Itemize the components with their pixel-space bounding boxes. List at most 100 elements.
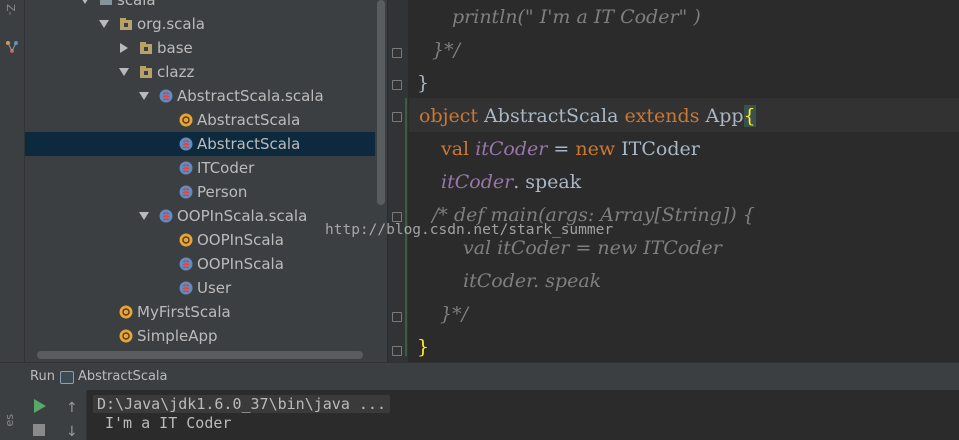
code-line: }*/ (432, 39, 460, 61)
scala-object-icon (179, 137, 193, 151)
keyword-object: object (419, 105, 479, 127)
rerun-icon[interactable] (34, 399, 46, 413)
scala-file-icon (159, 89, 173, 103)
scala-class-icon (179, 281, 193, 295)
console-output-line: I'm a IT Coder (105, 414, 232, 432)
tree-row-oopinscala-trait[interactable]: OOPInScala (25, 228, 375, 252)
tree-row-label: ITCoder (197, 159, 255, 177)
keyword-extends: extends (624, 105, 700, 127)
tree-row-abstractscala-trait[interactable]: AbstractScala (25, 108, 375, 132)
tree-row-clazz[interactable]: clazz (25, 60, 375, 84)
tree-row-label: AbstractScala (197, 135, 301, 153)
scala-trait-icon (179, 113, 193, 127)
side-tab-label[interactable]: es (3, 414, 16, 427)
package-icon (140, 66, 152, 78)
tree-row-label: scala (117, 0, 156, 9)
tree-row-itcoder[interactable]: ITCoder (25, 156, 375, 180)
tree-row-label: User (197, 279, 232, 297)
tree-row-org-scala[interactable]: org.scala (25, 12, 375, 36)
expand-arrow-icon[interactable] (139, 212, 149, 220)
object-name: AbstractScala (478, 105, 625, 127)
stop-icon[interactable] (33, 424, 45, 436)
tree-vertical-scrollbar[interactable] (375, 0, 387, 362)
tree-row-label: clazz (157, 63, 195, 81)
tree-row-label: MyFirstScala (137, 303, 231, 321)
expand-arrow-icon[interactable] (80, 0, 90, 4)
code-line: }*/ (440, 303, 468, 325)
scala-class-icon (179, 185, 193, 199)
scala-file-icon (159, 209, 173, 223)
scala-trait-icon (179, 233, 193, 247)
class-name: ITCoder (615, 138, 700, 160)
fold-marker-icon[interactable] (392, 48, 402, 58)
package-icon (140, 42, 152, 54)
tree-row-label: AbstractScala.scala (177, 87, 324, 105)
package-icon (120, 18, 132, 30)
tree-row-label: OOPInScala.scala (177, 207, 308, 225)
tree-row-label: Person (197, 183, 248, 201)
tree-row-abstractscala-file[interactable]: AbstractScala.scala (25, 84, 375, 108)
console-output[interactable]: D:\Java\jdk1.6.0_37\bin\java ... I'm a I… (87, 390, 959, 440)
code-line-closing-brace: } (417, 336, 430, 358)
tree-row-oopinscala-object[interactable]: OOPInScala (25, 252, 375, 276)
scrollbar-thumb[interactable] (377, 0, 385, 205)
run-toolbar: es ↑ ↓ (0, 390, 87, 440)
code-line: println(" I'm a IT Coder" ) (452, 6, 701, 28)
run-config-icon (60, 371, 74, 384)
matched-brace: { (743, 105, 756, 127)
expand-arrow-icon[interactable] (139, 92, 149, 100)
keyword-new: new (575, 138, 616, 160)
scala-trait-icon (119, 305, 133, 319)
fold-marker-icon[interactable] (392, 346, 402, 356)
operator: = (547, 138, 576, 160)
folder-icon (100, 0, 112, 5)
expand-arrow-icon[interactable] (99, 20, 109, 28)
method-call: . speak (513, 171, 582, 193)
tree-horizontal-scrollbar[interactable] (25, 348, 375, 362)
expand-arrow-icon[interactable] (119, 68, 129, 76)
fold-marker-icon[interactable] (392, 212, 402, 222)
code-line: } (417, 72, 430, 94)
scala-trait-icon (119, 329, 133, 343)
scala-class-icon (179, 161, 193, 175)
tree-row-oopinscala-file[interactable]: OOPInScala.scala (25, 204, 375, 228)
left-tool-strip: Z- (0, 0, 25, 362)
code-line: val itCoder = new ITCoder (463, 237, 722, 259)
fold-marker-icon[interactable] (392, 112, 402, 122)
tree-row-label: base (157, 39, 193, 57)
arrow-up-icon[interactable]: ↑ (66, 400, 78, 416)
tree-row-base[interactable]: base (25, 36, 375, 60)
tree-row-user[interactable]: User (25, 276, 375, 300)
code-line: itCoder. speak (463, 270, 602, 292)
code-line-val: val itCoder = new ITCoder (441, 138, 700, 160)
collapse-arrow-icon[interactable] (120, 43, 128, 53)
structure-tab-label[interactable]: Z- (4, 4, 17, 15)
tree-row-myfirstscala[interactable]: MyFirstScala (25, 300, 375, 324)
arrow-down-icon[interactable]: ↓ (66, 424, 78, 440)
watermark-text: http://blog.csdn.net/stark_summer (325, 222, 614, 238)
code-line-object-decl: object AbstractScala extends App{ (419, 105, 756, 127)
run-panel-title: Run (30, 369, 55, 384)
hierarchy-icon[interactable] (5, 40, 19, 54)
tree-row-scala-folder[interactable]: scala (25, 0, 375, 12)
tree-row-label: SimpleApp (137, 327, 218, 345)
fold-marker-icon[interactable] (392, 312, 402, 322)
parent-type: App (699, 105, 744, 127)
scrollbar-thumb[interactable] (37, 351, 363, 359)
field-name: itCoder (475, 138, 548, 160)
tree-row-label: AbstractScala (197, 111, 301, 129)
console-command-line[interactable]: D:\Java\jdk1.6.0_37\bin\java ... (93, 395, 390, 413)
keyword-val: val (441, 138, 470, 160)
code-line-call: itCoder. speak (441, 171, 581, 193)
project-tree: scala org.scala base clazz AbstractScala… (25, 0, 375, 362)
run-config-tab[interactable]: AbstractScala (78, 369, 168, 384)
fold-marker-icon[interactable] (392, 80, 402, 90)
field-name: itCoder (441, 171, 514, 193)
tree-row-abstractscala-object[interactable]: AbstractScala (25, 132, 375, 156)
tree-row-person[interactable]: Person (25, 180, 375, 204)
tree-row-label: OOPInScala (197, 255, 284, 273)
tree-row-label: org.scala (137, 15, 205, 33)
tree-row-simpleapp[interactable]: SimpleApp (25, 324, 375, 348)
scala-object-icon (179, 257, 193, 271)
tree-row-label: OOPInScala (197, 231, 284, 249)
